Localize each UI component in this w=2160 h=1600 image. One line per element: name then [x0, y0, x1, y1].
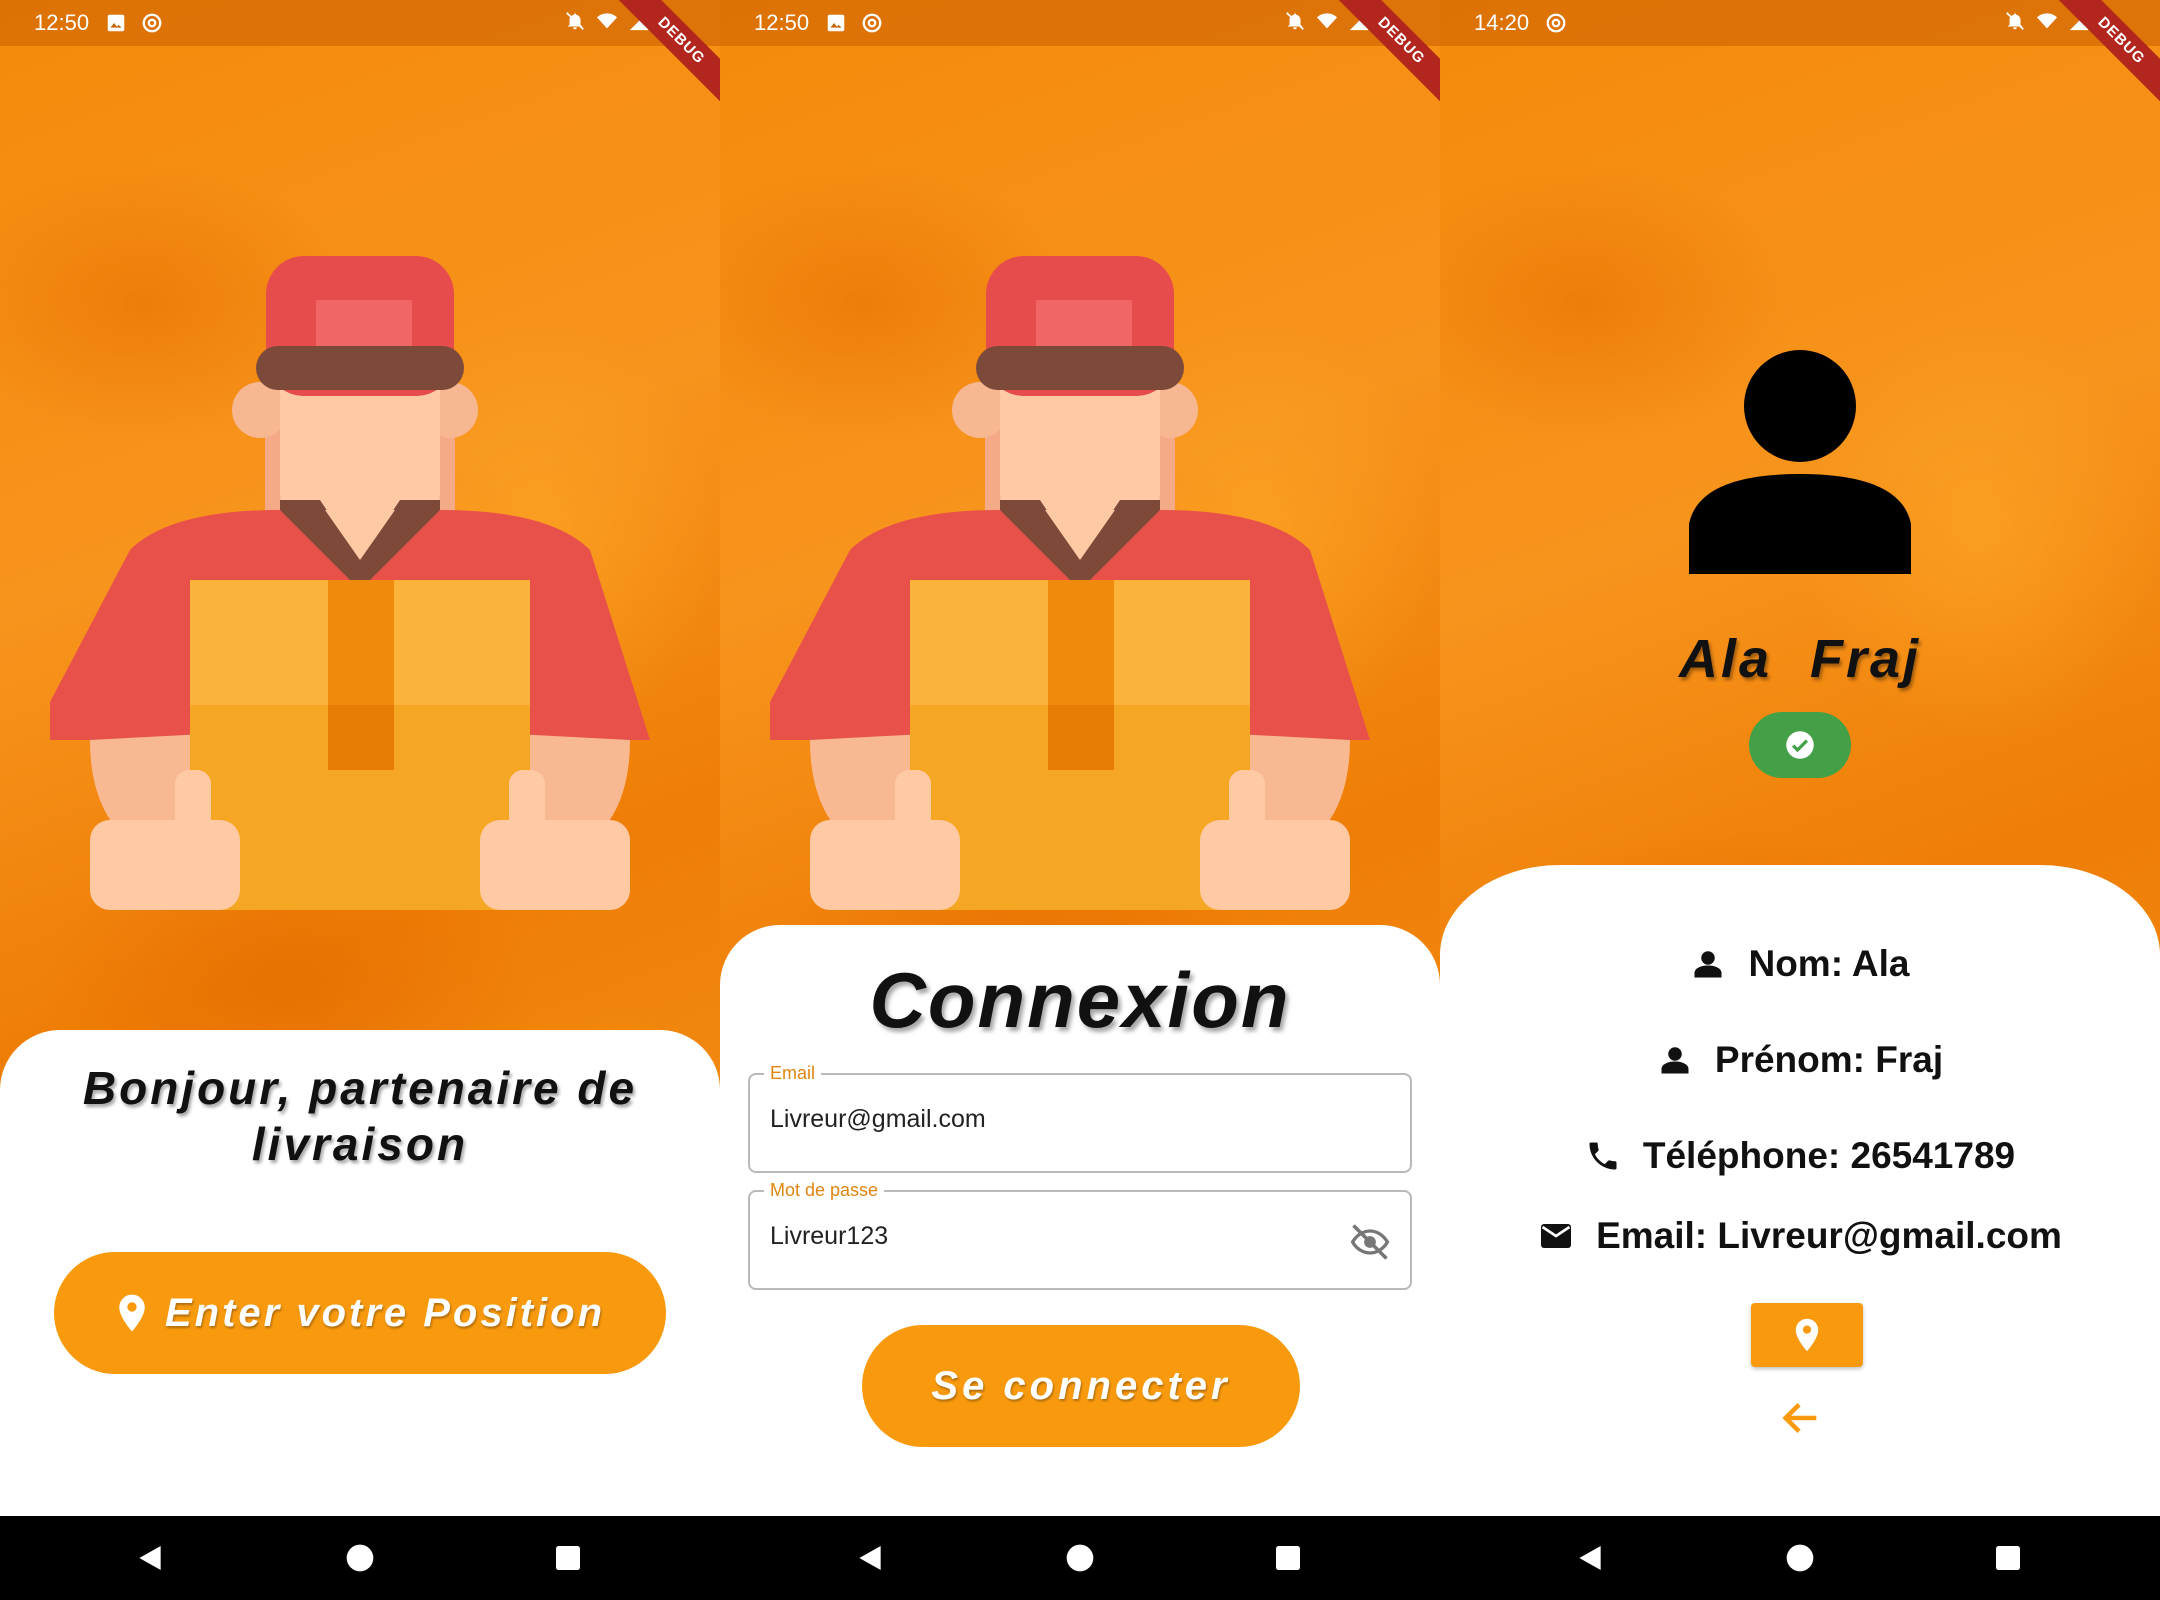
home-circle-icon[interactable] — [1064, 1542, 1096, 1574]
screen-welcome: 12:50 DEBUG Bonjour, partenaire de livra… — [0, 0, 720, 1516]
at-notification-icon — [1546, 13, 1566, 33]
email-label: Email — [764, 1063, 822, 1084]
at-notification-icon — [862, 13, 882, 33]
status-time: 12:50 — [754, 10, 810, 35]
location-pin-icon — [1795, 1318, 1819, 1352]
enter-position-label: Enter votre Position — [164, 1290, 606, 1335]
home-circle-icon[interactable] — [344, 1542, 376, 1574]
notifications-off-icon — [566, 12, 584, 30]
nom-text: Nom: Ala — [1748, 943, 1910, 984]
home-circle-icon[interactable] — [1784, 1542, 1816, 1574]
info-row-prenom: Prénom: Fraj — [1440, 1039, 2160, 1081]
arrow-back-icon — [1782, 1402, 1817, 1434]
password-input[interactable]: Livreur123 — [770, 1222, 888, 1251]
email-text: Email: Livreur@gmail.com — [1596, 1215, 2062, 1256]
person-icon — [1694, 951, 1722, 978]
telephone-text: Téléphone: 26541789 — [1642, 1135, 2016, 1176]
location-button[interactable] — [1751, 1303, 1863, 1367]
location-pin-icon — [119, 1294, 145, 1332]
status-time: 14:20 — [1474, 10, 1530, 35]
nav-group — [0, 1516, 720, 1600]
email-input[interactable]: Livreur@gmail.com — [770, 1105, 986, 1134]
email-field[interactable]: Email Livreur@gmail.com — [748, 1063, 1412, 1173]
back-triangle-icon[interactable] — [1574, 1542, 1606, 1574]
password-field[interactable]: Mot de passe Livreur123 — [748, 1180, 1412, 1290]
verified-badge — [1749, 712, 1851, 778]
at-notification-icon — [142, 13, 162, 33]
visibility-off-icon[interactable] — [1348, 1220, 1392, 1264]
profile-name: Ala Fraj — [1678, 629, 1922, 689]
wifi-icon — [596, 13, 618, 29]
person-icon — [1661, 1047, 1689, 1074]
status-bar: 12:50 — [720, 0, 1440, 46]
notifications-off-icon — [1286, 12, 1304, 30]
notifications-off-icon — [2006, 12, 2024, 30]
nav-group — [720, 1516, 1440, 1600]
navigation-bar — [0, 1516, 2160, 1600]
welcome-title: Bonjour, partenaire de livraison — [82, 1062, 638, 1170]
status-bar: 12:50 — [0, 0, 720, 46]
info-row-nom: Nom: Ala — [1440, 943, 2160, 985]
enter-position-button[interactable]: Enter votre Position — [54, 1252, 666, 1374]
check-circle-icon — [1786, 731, 1814, 759]
login-title: Connexion — [869, 956, 1291, 1044]
welcome-card: Bonjour, partenaire de livraison Enter v… — [0, 1030, 720, 1516]
back-triangle-icon[interactable] — [854, 1542, 886, 1574]
info-row-email: Email: Livreur@gmail.com — [1440, 1215, 2160, 1257]
avatar-person-icon — [1689, 350, 1911, 574]
recents-square-icon[interactable] — [552, 1542, 584, 1574]
password-label: Mot de passe — [764, 1180, 885, 1201]
recents-square-icon[interactable] — [1272, 1542, 1304, 1574]
info-row-telephone: Téléphone: 26541789 — [1440, 1135, 2160, 1177]
delivery-man-illustration — [50, 256, 650, 910]
login-card: Connexion Email Livreur@gmail.com Mot de… — [720, 925, 1440, 1516]
login-button[interactable]: Se connecter — [862, 1325, 1300, 1447]
prenom-text: Prénom: Fraj — [1714, 1039, 1944, 1080]
status-bar: 14:20 — [1440, 0, 2160, 46]
recents-square-icon[interactable] — [1992, 1542, 2024, 1574]
nav-group — [1440, 1516, 2160, 1600]
wifi-icon — [2036, 13, 2058, 29]
mail-icon — [1541, 1224, 1572, 1248]
screen-login: 12:50 DEBUG Connexion Email Livreur@gmai… — [720, 0, 1440, 1516]
wifi-icon — [1316, 13, 1338, 29]
back-button[interactable] — [1778, 1395, 1824, 1441]
profile-card: Nom: Ala Prénom: Fraj Téléphone: 2654178… — [1440, 865, 2160, 1516]
status-time: 12:50 — [34, 10, 90, 35]
back-triangle-icon[interactable] — [134, 1542, 166, 1574]
delivery-man-illustration — [770, 256, 1370, 910]
image-notification-icon — [107, 14, 125, 32]
phone-icon — [1589, 1142, 1617, 1170]
screen-profile: 14:20 DEBUG Ala Fraj Nom: Ala Prénom: Fr… — [1440, 0, 2160, 1516]
image-notification-icon — [827, 14, 845, 32]
